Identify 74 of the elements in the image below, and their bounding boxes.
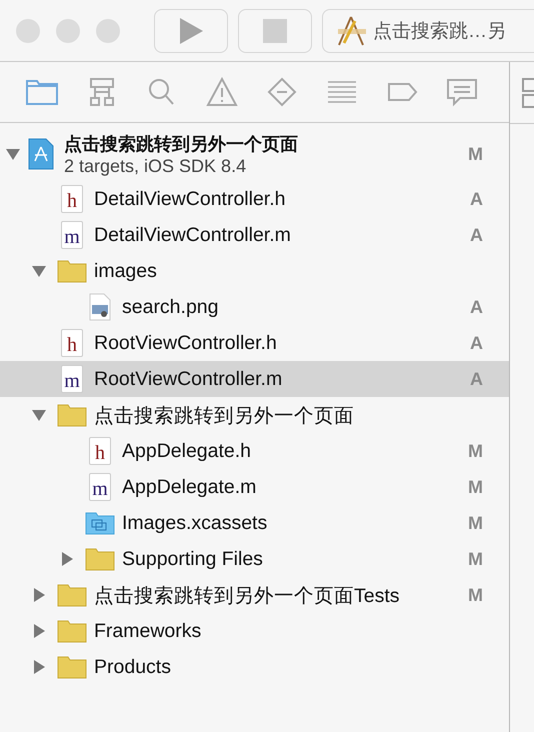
header-file-icon: h — [61, 185, 83, 213]
file-name: 点击搜索跳转到另外一个页面 — [94, 404, 354, 428]
file-name: DetailViewController.h — [94, 188, 286, 210]
file-name: RootViewController.h — [94, 332, 277, 354]
file-row[interactable]: search.png A — [0, 289, 509, 325]
file-name: 点击搜索跳转到另外一个页面Tests — [94, 584, 400, 608]
file-row[interactable]: Supporting Files M — [0, 541, 509, 577]
grid-icon[interactable] — [522, 76, 534, 108]
status-letter: M — [468, 512, 483, 534]
project-name: 点击搜索跳转到另外一个页面 — [64, 132, 298, 156]
collapsed-triangle-icon[interactable] — [32, 588, 46, 602]
expanded-triangle-icon[interactable] — [32, 408, 46, 422]
file-name: Supporting Files — [122, 548, 263, 570]
file-row[interactable]: 点击搜索跳转到另外一个页面 — [0, 397, 509, 433]
project-icon — [28, 138, 54, 170]
close-button[interactable] — [16, 18, 40, 42]
expanded-triangle-icon[interactable] — [32, 264, 46, 278]
zoom-button[interactable] — [96, 18, 120, 42]
header-file-icon: h — [89, 437, 111, 465]
file-name: AppDelegate.h — [122, 440, 252, 462]
folder-icon — [85, 547, 115, 571]
app-icon — [335, 14, 367, 46]
status-letter: M — [468, 584, 483, 606]
run-button[interactable] — [154, 8, 228, 52]
file-row[interactable]: images — [0, 253, 509, 289]
file-row[interactable]: h AppDelegate.h M — [0, 433, 509, 469]
status-letter: A — [470, 332, 483, 354]
play-icon — [179, 18, 203, 44]
asset-catalog-icon — [85, 511, 115, 535]
status-letter: A — [470, 296, 483, 318]
project-row[interactable]: 点击搜索跳转到另外一个页面 2 targets, iOS SDK 8.4 M — [0, 127, 509, 181]
collapsed-triangle-icon[interactable] — [60, 552, 74, 566]
status-letter: M — [468, 440, 483, 462]
header-file-icon: h — [61, 329, 83, 357]
status-letter: A — [470, 188, 483, 210]
folder-icon — [57, 583, 87, 607]
file-row[interactable]: h RootViewController.h A — [0, 325, 509, 361]
file-name: search.png — [122, 296, 218, 318]
file-name: AppDelegate.m — [122, 476, 256, 498]
source-file-icon: m — [61, 221, 83, 249]
file-row[interactable]: 点击搜索跳转到另外一个页面Tests M — [0, 577, 509, 613]
project-subtitle: 2 targets, iOS SDK 8.4 — [64, 156, 248, 176]
expanded-triangle-icon[interactable] — [6, 147, 20, 161]
folder-icon — [57, 619, 87, 643]
status-letter: A — [470, 224, 483, 246]
status-letter: M — [468, 476, 483, 498]
file-row[interactable]: m DetailViewController.m A — [0, 217, 509, 253]
file-row[interactable]: Frameworks — [0, 613, 509, 649]
file-name: DetailViewController.m — [94, 224, 291, 246]
source-file-icon: m — [89, 473, 111, 501]
file-row[interactable]: m AppDelegate.m M — [0, 469, 509, 505]
scheme-selector[interactable]: 点击搜索跳…另 — [322, 8, 534, 52]
file-row[interactable]: Images.xcassets M — [0, 505, 509, 541]
file-row[interactable]: Products — [0, 649, 509, 685]
status-letter: M — [468, 548, 483, 570]
folder-icon — [57, 403, 87, 427]
file-name: Images.xcassets — [122, 512, 268, 534]
folder-icon — [57, 655, 87, 679]
file-name: Products — [94, 656, 171, 678]
folder-icon — [57, 259, 87, 283]
file-name: RootViewController.m — [94, 368, 282, 390]
minimize-button[interactable] — [56, 18, 80, 42]
status-letter: M — [468, 144, 483, 164]
stop-icon — [263, 18, 287, 42]
stop-button[interactable] — [238, 8, 312, 52]
source-file-icon: m — [61, 365, 83, 393]
collapsed-triangle-icon[interactable] — [32, 624, 46, 638]
file-name: Frameworks — [94, 620, 202, 642]
file-row[interactable]: h DetailViewController.h A — [0, 181, 509, 217]
image-file-icon — [89, 293, 111, 321]
collapsed-triangle-icon[interactable] — [32, 660, 46, 674]
file-row[interactable]: m RootViewController.m A — [0, 361, 509, 397]
file-name: images — [94, 260, 157, 282]
status-letter: A — [470, 368, 483, 390]
